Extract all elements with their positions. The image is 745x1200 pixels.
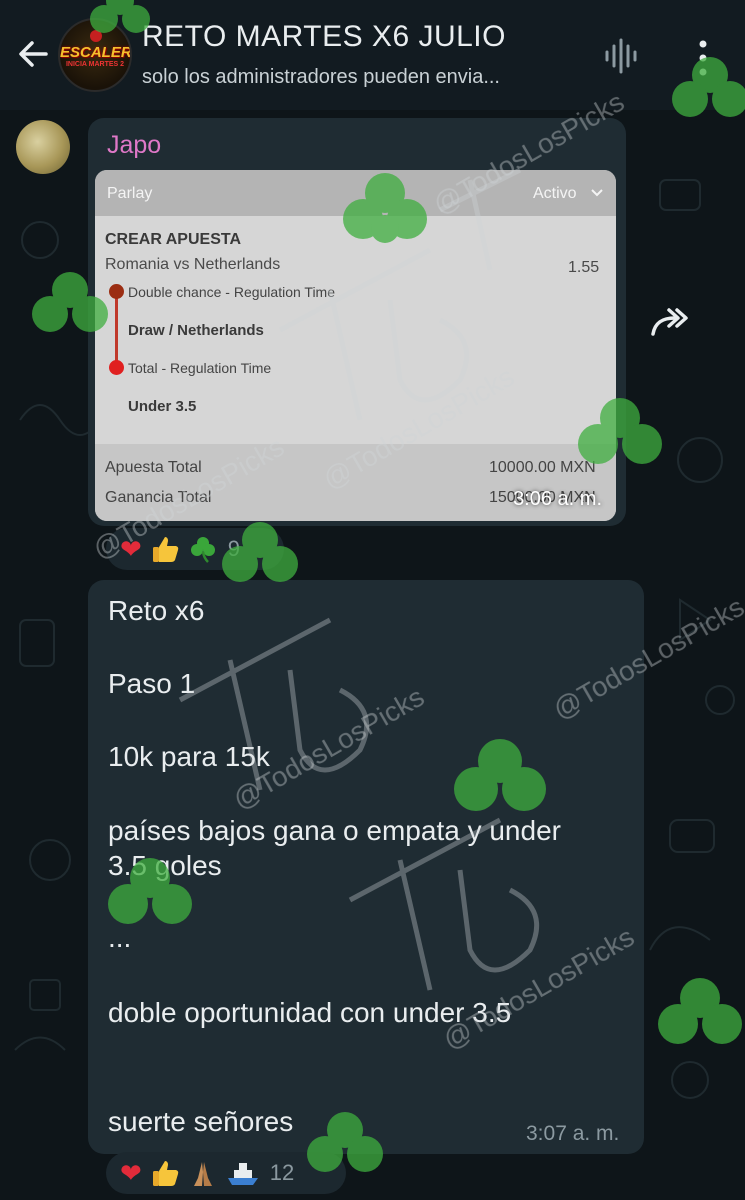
- red-heart-icon: ❤: [120, 1157, 142, 1188]
- payout-label: Ganancia Total: [105, 489, 212, 506]
- message-reactions[interactable]: ❤ 12: [106, 1152, 346, 1194]
- sender-avatar[interactable]: [16, 120, 70, 174]
- back-button[interactable]: [14, 34, 54, 74]
- thumbs-up-icon: [152, 1161, 179, 1186]
- leg1-pick: Draw / Netherlands: [128, 322, 264, 339]
- red-heart-icon: ❤: [120, 533, 142, 564]
- bet-status-label: Activo: [533, 185, 577, 202]
- more-options-button[interactable]: [688, 36, 718, 80]
- avatar-emblem: [90, 30, 102, 42]
- leg2-pick: Under 3.5: [128, 398, 197, 415]
- shamrock-icon: [190, 537, 215, 563]
- voice-call-icon: [605, 38, 637, 74]
- leg2-market: Total - Regulation Time: [128, 360, 272, 376]
- leg-marker: [109, 360, 124, 375]
- message-text-line: 10k para 15k: [108, 741, 270, 772]
- message-text-line: Reto x6: [108, 595, 205, 626]
- bet-slip-image[interactable]: Parlay Activo CREAR APUESTA Romania vs N…: [95, 170, 616, 521]
- bet-match: Romania vs Netherlands: [105, 256, 281, 273]
- message-text-line: Paso 1: [108, 668, 196, 699]
- bet-section-title: CREAR APUESTA: [105, 231, 242, 248]
- leg-marker: [109, 284, 124, 299]
- bet-legs-connector: [115, 292, 118, 367]
- message-text-line: países bajos gana o empata y under: [108, 815, 561, 846]
- more-vertical-icon: [699, 40, 707, 76]
- stake-value: 10000.00 MXN: [489, 459, 596, 476]
- voice-call-button[interactable]: [603, 36, 639, 76]
- message-text-line: doble oportunidad con under 3.5: [108, 997, 512, 1028]
- sender-name[interactable]: Japo: [107, 131, 161, 160]
- leg1-market: Double chance - Regulation Time: [128, 284, 336, 300]
- message-text-line: 3.5 goles: [108, 850, 222, 881]
- message-timestamp: 3:07 a. m.: [526, 1122, 620, 1145]
- message-text-line: suerte señores: [108, 1106, 294, 1137]
- chat-header: ESCALERA INICIA MARTES 2 RETO MARTES X6 …: [0, 0, 745, 110]
- folded-hands-icon: [193, 1162, 212, 1186]
- message-timestamp: 3:06 a. m.: [513, 488, 602, 510]
- group-avatar[interactable]: ESCALERA INICIA MARTES 2: [58, 18, 132, 92]
- avatar-logo-text: ESCALERA: [60, 44, 132, 61]
- chat-title[interactable]: RETO MARTES X6 JULIO: [142, 20, 506, 54]
- bet-type-label: Parlay: [107, 185, 153, 202]
- reaction-count: 12: [269, 1160, 295, 1185]
- avatar-logo-subtext: INICIA MARTES 2: [65, 61, 125, 68]
- message-reactions[interactable]: ❤ 9: [106, 528, 284, 570]
- message-text-line: ...: [108, 922, 132, 953]
- forward-button[interactable]: [647, 302, 693, 348]
- stake-label: Apuesta Total: [105, 459, 202, 476]
- chat-subtitle: solo los administradores pueden envia...: [142, 66, 500, 88]
- bet-odds: 1.55: [568, 259, 600, 276]
- forward-icon: [651, 308, 688, 336]
- thumbs-up-icon: [152, 537, 179, 562]
- ship-icon: [227, 1163, 258, 1185]
- reaction-count: 9: [227, 536, 241, 561]
- arrow-left-icon: [19, 41, 48, 67]
- chevron-down-icon: [591, 189, 603, 197]
